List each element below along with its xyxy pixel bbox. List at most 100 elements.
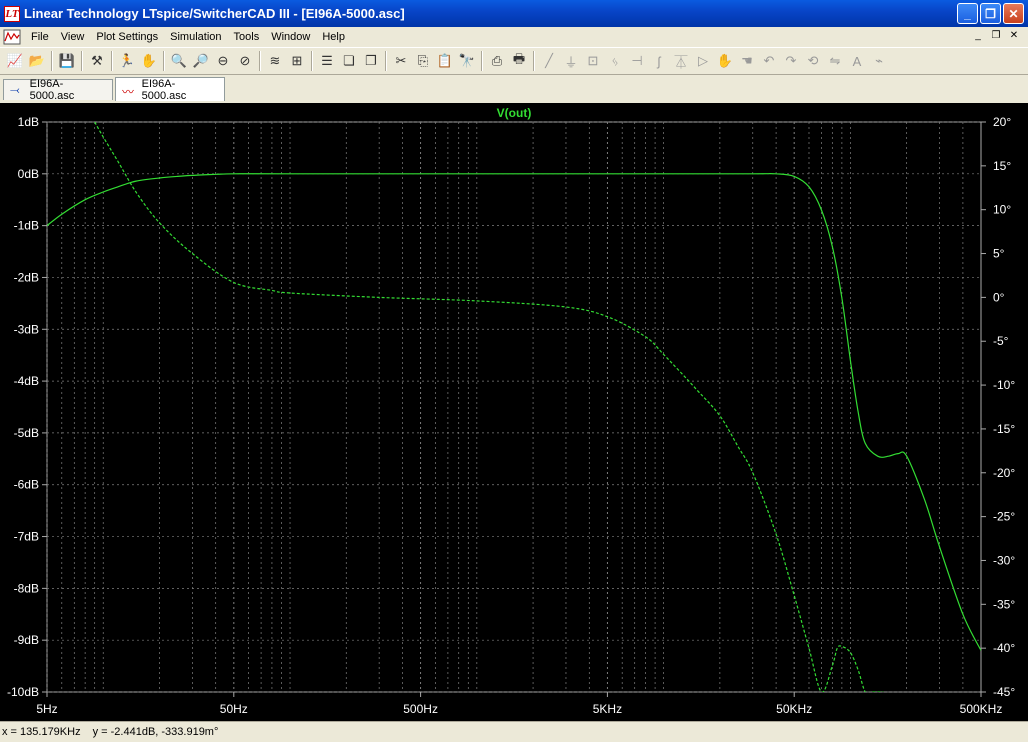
minimize-button[interactable]: _ [957,3,978,24]
y-tick-left: -2dB [14,270,39,284]
cursor-x-readout: x = 135.179KHz [2,726,81,738]
x-tick-label: 50KHz [776,702,812,716]
plot-frame [46,121,982,693]
toolbar-separator [111,51,113,71]
x-tick-label: 5KHz [593,702,622,716]
y-tick-left: -3dB [14,322,39,336]
menu-file[interactable]: File [25,31,55,43]
y-tick-right: 10° [993,203,1011,217]
bode-plot[interactable]: 1dB 0dB -1dB -2dB -3dB -4dB -5dB -6dB -7dB -8dB -9… [0,103,1028,721]
tile-vertical-icon[interactable]: ❐ [360,50,382,72]
open-icon[interactable]: 📂 [26,50,48,72]
y-tick-left: -5dB [14,426,39,440]
halt-icon[interactable]: ✋ [138,50,160,72]
tile-horizontal-icon[interactable]: ☰ [316,50,338,72]
ground-icon[interactable]: ⏚ [560,50,582,72]
paste-icon[interactable]: 📋 [434,50,456,72]
copy-icon[interactable]: ⎘ [412,50,434,72]
toolbar-separator [311,51,313,71]
y-tick-right: -45° [993,685,1015,699]
zoom-area-icon[interactable]: 🔎 [190,50,212,72]
zoom-out-icon[interactable]: ⊖ [212,50,234,72]
menu-plot-settings[interactable]: Plot Settings [90,31,164,43]
trace-label: V(out) [497,106,532,120]
find-icon[interactable]: 🔭 [456,50,478,72]
zoom-cancel-icon[interactable]: ⊘ [234,50,256,72]
y-tick-left: -8dB [14,581,39,595]
mark-icon[interactable]: ⊞ [286,50,308,72]
rotate-icon[interactable]: ⟲ [802,50,824,72]
drag-icon[interactable]: ☚ [736,50,758,72]
y-tick-left: -4dB [14,374,39,388]
y-tick-right: -40° [993,641,1015,655]
y-tick-left: 1dB [18,115,39,129]
waveform-doc-icon[interactable] [3,29,21,45]
menubar: File View Plot Settings Simulation Tools… [0,27,1028,46]
capacitor-icon[interactable]: ⊣ [626,50,648,72]
component-icon[interactable]: ▷ [692,50,714,72]
window-titlebar: LT Linear Technology LTspice/SwitcherCAD… [0,0,1028,27]
autorange-icon[interactable]: ≋ [264,50,286,72]
menu-window[interactable]: Window [265,31,316,43]
move-icon[interactable]: ✋ [714,50,736,72]
cursor-y-readout: y = -2.441dB, -333.919m° [92,726,219,738]
spice-directive-icon[interactable]: ⌁ [868,50,890,72]
menu-help[interactable]: Help [316,31,351,43]
cascade-icon[interactable]: ❏ [338,50,360,72]
toolbar-separator [51,51,53,71]
run-icon[interactable]: 🏃 [116,50,138,72]
toolbar-separator [385,51,387,71]
menu-tools[interactable]: Tools [228,31,266,43]
mdi-close-button[interactable]: ✕ [1006,28,1022,42]
toolbar-separator [81,51,83,71]
magnitude-trace [47,173,981,651]
x-tick-label: 50Hz [220,702,248,716]
zoom-in-icon[interactable]: 🔍 [168,50,190,72]
cut-icon[interactable]: ✂ [390,50,412,72]
toolbar-separator [163,51,165,71]
menu-simulation[interactable]: Simulation [164,31,227,43]
y-tick-right: -35° [993,597,1015,611]
redo-icon[interactable]: ↷ [780,50,802,72]
diode-icon[interactable]: ⏄ [670,50,692,72]
document-tabs: ⤙ EI96A-5000.asc 〰 EI96A-5000.asc [0,77,1028,102]
save-icon[interactable]: 💾 [56,50,78,72]
window-title: Linear Technology LTspice/SwitcherCAD II… [24,6,405,21]
control-panel-icon[interactable]: ⚒ [86,50,108,72]
tab-schematic[interactable]: ⤙ EI96A-5000.asc [3,78,113,102]
label-icon[interactable]: ⊡ [582,50,604,72]
x-tick-label: 500Hz [403,702,438,716]
menu-view[interactable]: View [55,31,91,43]
resistor-icon[interactable]: ᛃ [604,50,626,72]
text-icon[interactable]: A [846,50,868,72]
window-controls: _ ❐ ✕ [957,3,1024,24]
x-tick-label: 5Hz [36,702,57,716]
x-tick-label: 500KHz [960,702,1003,716]
y-tick-right: -30° [993,553,1015,567]
schematic-icon: ⤙ [10,83,20,97]
wire-icon[interactable]: ╱ [538,50,560,72]
waveform-plot-pane[interactable]: 1dB 0dB -1dB -2dB -3dB -4dB -5dB -6dB -7dB -8dB -9… [0,103,1028,721]
tab-label: EI96A-5000.asc [141,77,187,102]
y-tick-right: -20° [993,466,1015,480]
phase-trace [94,122,884,692]
inductor-icon[interactable]: ʃ [648,50,670,72]
toolbar-separator [533,51,535,71]
print-icon[interactable]: 🖶 [508,50,530,72]
print-preview-icon[interactable]: ⎙ [486,50,508,72]
y-tick-left: -10dB [7,685,39,699]
toolbar-separator [481,51,483,71]
ltspice-logo-icon: LT [4,5,20,22]
y-tick-right: 0° [993,290,1005,304]
close-button[interactable]: ✕ [1003,3,1024,24]
tab-waveform[interactable]: 〰 EI96A-5000.asc [115,77,225,102]
mdi-restore-button[interactable]: ❐ [988,28,1004,42]
undo-icon[interactable]: ↶ [758,50,780,72]
y-tick-left: -1dB [14,219,39,233]
mdi-minimize-button[interactable]: _ [970,28,986,42]
mdi-controls: _ ❐ ✕ [970,28,1022,42]
y-tick-right: 15° [993,159,1011,173]
mirror-icon[interactable]: ⇋ [824,50,846,72]
new-schematic-icon[interactable]: 📈 [4,50,26,72]
maximize-button[interactable]: ❐ [980,3,1001,24]
